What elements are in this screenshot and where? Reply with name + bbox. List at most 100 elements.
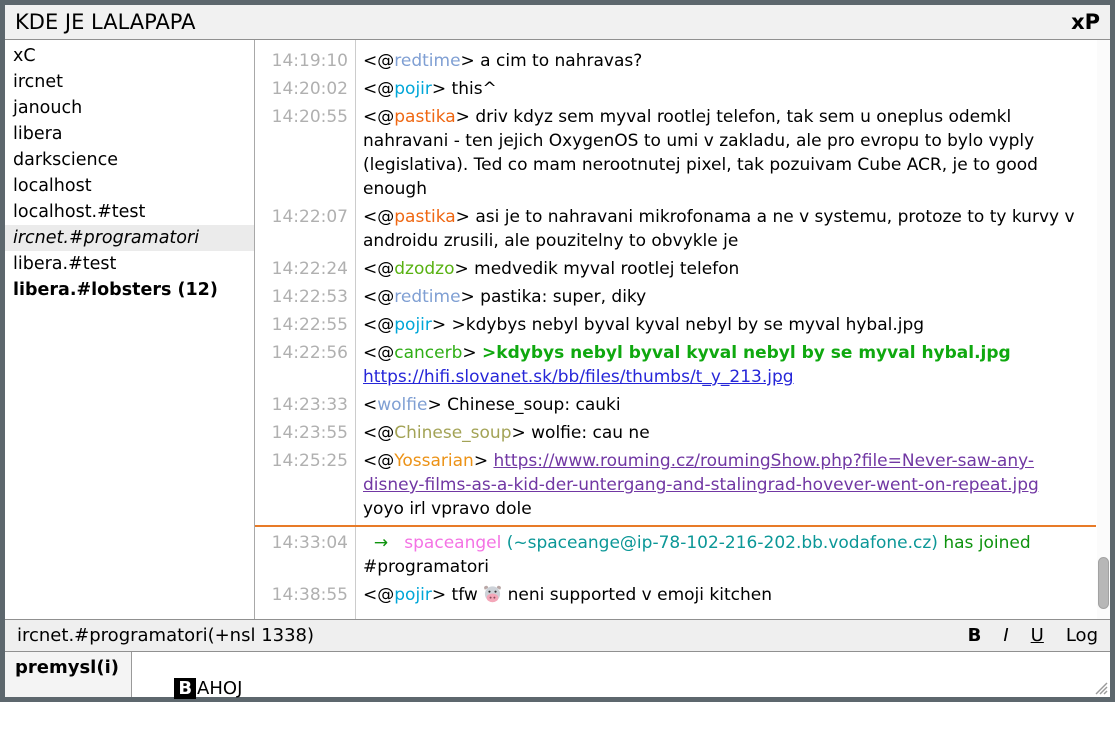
- message-input[interactable]: BAHOJ: [132, 652, 1110, 697]
- text-segment: > asi je to nahravani mikrofonama a ne v…: [363, 207, 1080, 251]
- nick: pojir: [394, 79, 432, 99]
- sidebar-item[interactable]: xC: [5, 43, 254, 69]
- text-segment: <@: [363, 207, 394, 227]
- chat-area: vadi, tak at mi nevola14:19:10<@redtime>…: [255, 40, 1110, 619]
- text-segment: vadi, tak at mi nevola: [363, 40, 548, 43]
- nick: >kdybys nebyl byval kyval nebyl by se my…: [482, 343, 1011, 363]
- text-segment: <@: [363, 585, 394, 605]
- nick: dzodzo: [394, 259, 454, 279]
- resize-grip-icon[interactable]: [1093, 680, 1108, 695]
- sidebar-item[interactable]: ircnet: [5, 69, 254, 95]
- scrollbar[interactable]: [1097, 40, 1110, 619]
- timestamp: 14:22:55: [255, 313, 355, 337]
- text-segment: > tfw: [432, 585, 483, 605]
- text-segment: >: [462, 343, 482, 363]
- timestamp: 14:33:04: [255, 531, 355, 579]
- nick: redtime: [394, 51, 460, 71]
- text-segment: [1011, 343, 1016, 363]
- message-text: <@Yossarian> https://www.rouming.cz/roum…: [355, 449, 1096, 521]
- text-segment: > Chinese_soup: cauki: [427, 395, 620, 415]
- message-text: <@cancerb> >kdybys nebyl byval kyval neb…: [355, 341, 1096, 389]
- sidebar-item[interactable]: ircnet.#programatori: [5, 225, 254, 251]
- title-bar: KDE JE LALAPAPA xP: [5, 5, 1110, 40]
- channel-list: xCircnetjanouchliberadarksciencelocalhos…: [5, 40, 255, 619]
- sidebar-item[interactable]: libera: [5, 121, 254, 147]
- message-text: vadi, tak at mi nevola: [355, 40, 1096, 45]
- format-button-u[interactable]: U: [1031, 625, 1044, 646]
- text-segment: [363, 533, 374, 553]
- message-row: 14:20:55 <@pastika> driv kdyz sem myval r…: [255, 105, 1096, 201]
- composer-row: premysl(i) BAHOJ: [5, 651, 1110, 697]
- message-row: 14:19:10 <@redtime> a cim to nahravas?: [255, 49, 1096, 73]
- text-segment: <@: [363, 107, 394, 127]
- text-segment: > >kdybys nebyl byval kyval nebyl by se …: [432, 315, 924, 335]
- nick: has joined: [943, 533, 1030, 553]
- text-segment: > wolfie: cau ne: [512, 423, 650, 443]
- timestamp: 14:19:10: [255, 49, 355, 73]
- text-segment: <@: [363, 287, 394, 307]
- format-button-i[interactable]: I: [1003, 625, 1008, 646]
- sidebar-item[interactable]: localhost: [5, 173, 254, 199]
- message-text: <@pojir> tfw neni supported v emoji kitc…: [355, 583, 1096, 611]
- text-segment: <: [363, 395, 377, 415]
- message-text: <@pastika> asi je to nahravani mikrofona…: [355, 205, 1096, 253]
- sidebar-item[interactable]: libera.#lobsters (12): [5, 277, 254, 303]
- nick-label: premysl(i): [5, 652, 132, 697]
- text-segment: <@: [363, 315, 394, 335]
- timestamp: 14:22:07: [255, 205, 355, 253]
- text-segment: neni supported v emoji kitchen: [502, 585, 772, 605]
- bold-control-code: B: [174, 678, 196, 699]
- input-text: AHOJ: [197, 678, 242, 699]
- format-buttons: BI U Log: [968, 625, 1098, 646]
- sidebar-item[interactable]: janouch: [5, 95, 254, 121]
- message-text: <@pojir> this^: [355, 77, 1096, 101]
- sidebar-item[interactable]: darkscience: [5, 147, 254, 173]
- nick: wolfie: [377, 395, 427, 415]
- nick: Chinese_soup: [394, 423, 511, 443]
- text-segment: <@: [363, 51, 394, 71]
- scrollbar-thumb[interactable]: [1098, 557, 1109, 609]
- sidebar-item[interactable]: libera.#test: [5, 251, 254, 277]
- nick: cancerb: [394, 343, 462, 363]
- format-button-b[interactable]: B: [968, 625, 982, 646]
- timestamp: 14:22:53: [255, 285, 355, 309]
- nick: pastika: [394, 107, 455, 127]
- message-text: → spaceangel (~spaceange@ip-78-102-216-2…: [355, 531, 1096, 579]
- text-segment: > driv kdyz sem myval rootlej telefon, t…: [363, 107, 1043, 199]
- message-row: 14:38:55<@pojir> tfw neni supported v em…: [255, 583, 1096, 611]
- text-segment: >: [474, 451, 494, 471]
- nick: pojir: [394, 585, 432, 605]
- message-row: 14:22:07<@pastika> asi je to nahravani m…: [255, 205, 1096, 253]
- message-link[interactable]: https://hifi.slovanet.sk/bb/files/thumbs…: [363, 367, 794, 387]
- timestamp: 14:22:56: [255, 341, 355, 389]
- unread-marker: [255, 525, 1096, 527]
- message-row: 14:23:55<@Chinese_soup> wolfie: cau ne: [255, 421, 1096, 445]
- text-segment: > a cim to nahravas?: [461, 51, 643, 71]
- text-segment: <@: [363, 423, 394, 443]
- window-title: KDE JE LALAPAPA: [15, 10, 196, 34]
- message-row: 14:22:55 <@pojir> >kdybys nebyl byval kyv…: [255, 313, 1096, 337]
- main-area: xCircnetjanouchliberadarksciencelocalhos…: [5, 40, 1110, 619]
- sidebar-item[interactable]: localhost.#test: [5, 199, 254, 225]
- timestamp: 14:20:55: [255, 105, 355, 201]
- message-row: 14:23:33 <wolfie> Chinese_soup: cauki: [255, 393, 1096, 417]
- timestamp: 14:23:33: [255, 393, 355, 417]
- message-row: 14:20:02<@pojir> this^: [255, 77, 1096, 101]
- format-button-log[interactable]: Log: [1066, 625, 1098, 646]
- nick: →: [374, 533, 388, 553]
- message-text: <@redtime> pastika: super, diky: [355, 285, 1096, 309]
- timestamp: [255, 40, 355, 45]
- status-bar: ircnet.#programatori(+nsl 1338) BIULog: [5, 619, 1110, 651]
- timestamp: 14:25:25: [255, 449, 355, 521]
- text-segment: > pastika: super, diky: [461, 287, 647, 307]
- message-row: 14:22:56<@cancerb> >kdybys nebyl byval k…: [255, 341, 1096, 389]
- nick: Yossarian: [394, 451, 474, 471]
- text-segment: <@: [363, 343, 394, 363]
- cow-face-emoji: [483, 585, 502, 611]
- text-segment: <@: [363, 79, 394, 99]
- message-row: 14:22:24<@dzodzo> medvedik myval rootlej…: [255, 257, 1096, 281]
- nick: pojir: [394, 315, 432, 335]
- text-segment: <@: [363, 259, 394, 279]
- message-row: vadi, tak at mi nevola: [255, 40, 1096, 45]
- message-row: 14:25:25<@Yossarian> https://www.rouming…: [255, 449, 1096, 521]
